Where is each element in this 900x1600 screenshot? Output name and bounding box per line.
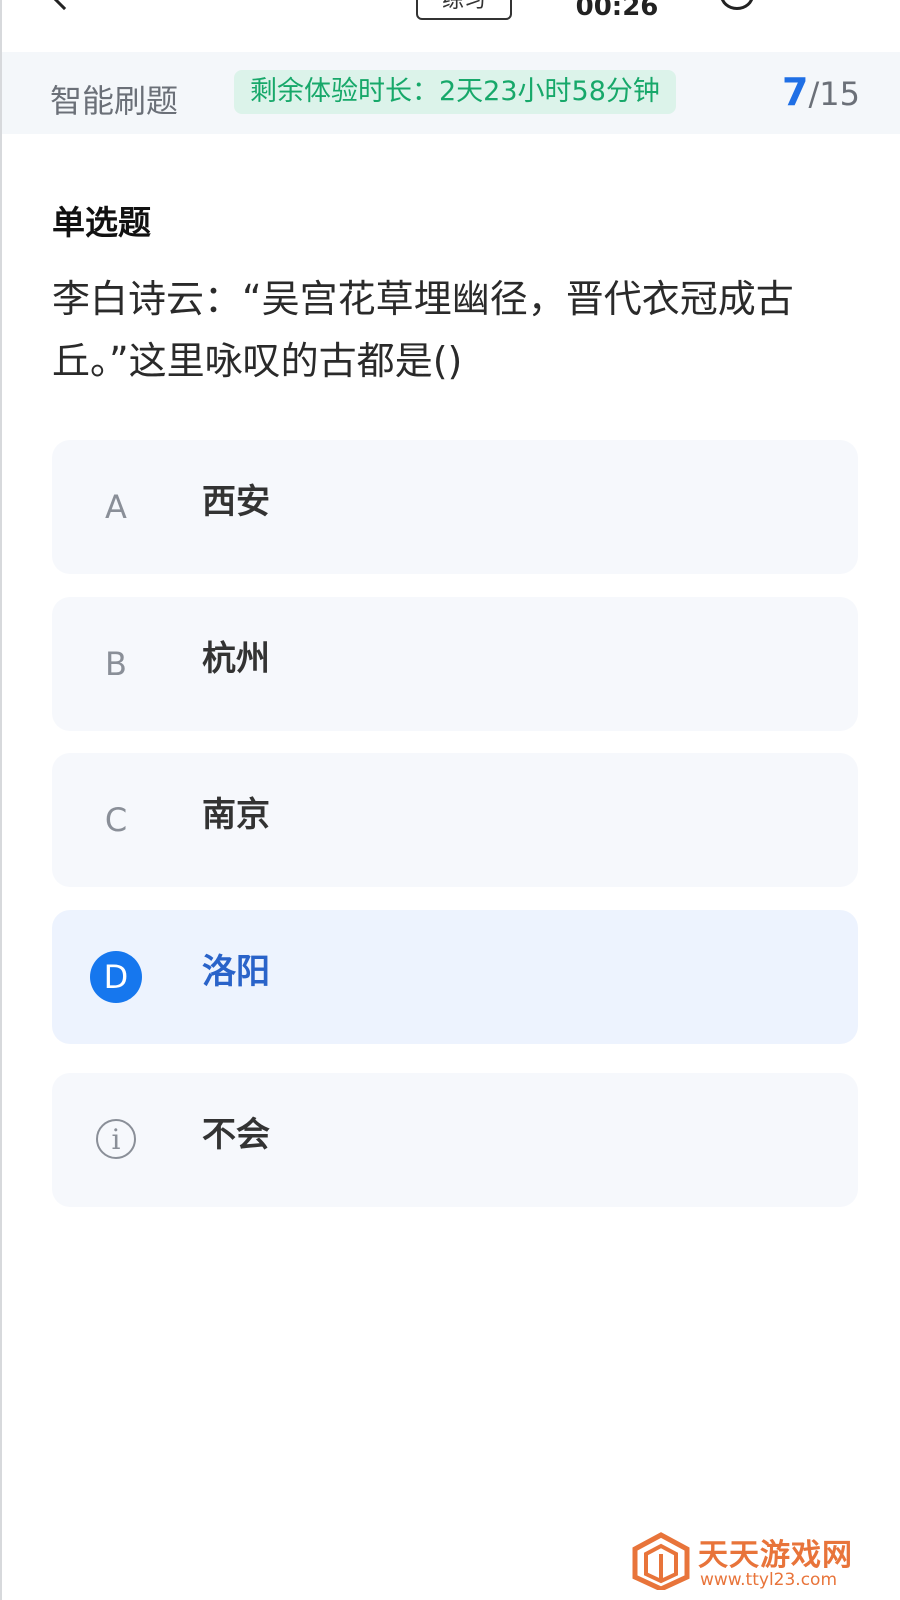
option-a[interactable]: A 西安 <box>52 440 858 574</box>
option-c[interactable]: C 南京 <box>52 753 858 887</box>
clock-icon[interactable] <box>720 0 754 10</box>
question-type: 单选题 <box>52 203 151 242</box>
quiz-page: 练习 00:26 智能刷题 剩余体验时长：2天23小时58分钟 7/15 单选题… <box>0 0 900 1600</box>
question-text: 李白诗云：“吴宫花草埋幽径，晋代衣冠成古丘。”这里咏叹的古都是() <box>52 277 794 383</box>
option-letter: B <box>105 645 127 683</box>
option-label: 杭州 <box>202 639 270 679</box>
option-label: 洛阳 <box>202 952 270 992</box>
option-label: 西安 <box>202 482 270 522</box>
watermark-url: www.ttyl23.com <box>700 1570 838 1590</box>
back-arrow-icon[interactable] <box>49 0 79 11</box>
info-icon: i <box>96 1119 136 1159</box>
status-strip: 智能刷题 剩余体验时长：2天23小时58分钟 7/15 <box>2 52 900 134</box>
question-progress: 7/15 <box>782 70 860 114</box>
watermark-name: 天天游戏网 <box>698 1538 853 1573</box>
trial-remaining-badge: 剩余体验时长：2天23小时58分钟 <box>234 70 676 114</box>
top-bar: 练习 00:26 <box>2 0 900 50</box>
mode-chip[interactable]: 练习 <box>416 0 512 20</box>
option-dont-know[interactable]: i 不会 <box>52 1073 858 1207</box>
practice-mode-label: 智能刷题 <box>50 82 179 120</box>
option-label: 南京 <box>202 795 270 835</box>
option-letter: C <box>104 801 128 839</box>
progress-separator: / <box>808 75 820 113</box>
watermark-logo-icon <box>632 1532 690 1590</box>
option-b[interactable]: B 杭州 <box>52 597 858 731</box>
option-letter-selected: D <box>90 951 142 1003</box>
option-letter: A <box>105 488 127 526</box>
progress-total: 15 <box>819 75 860 113</box>
elapsed-timer: 00:26 <box>575 0 659 22</box>
option-d[interactable]: D 洛阳 <box>52 910 858 1044</box>
progress-current: 7 <box>782 70 809 114</box>
option-label: 不会 <box>202 1115 270 1155</box>
watermark: 天天游戏网 www.ttyl23.com <box>632 1530 882 1592</box>
